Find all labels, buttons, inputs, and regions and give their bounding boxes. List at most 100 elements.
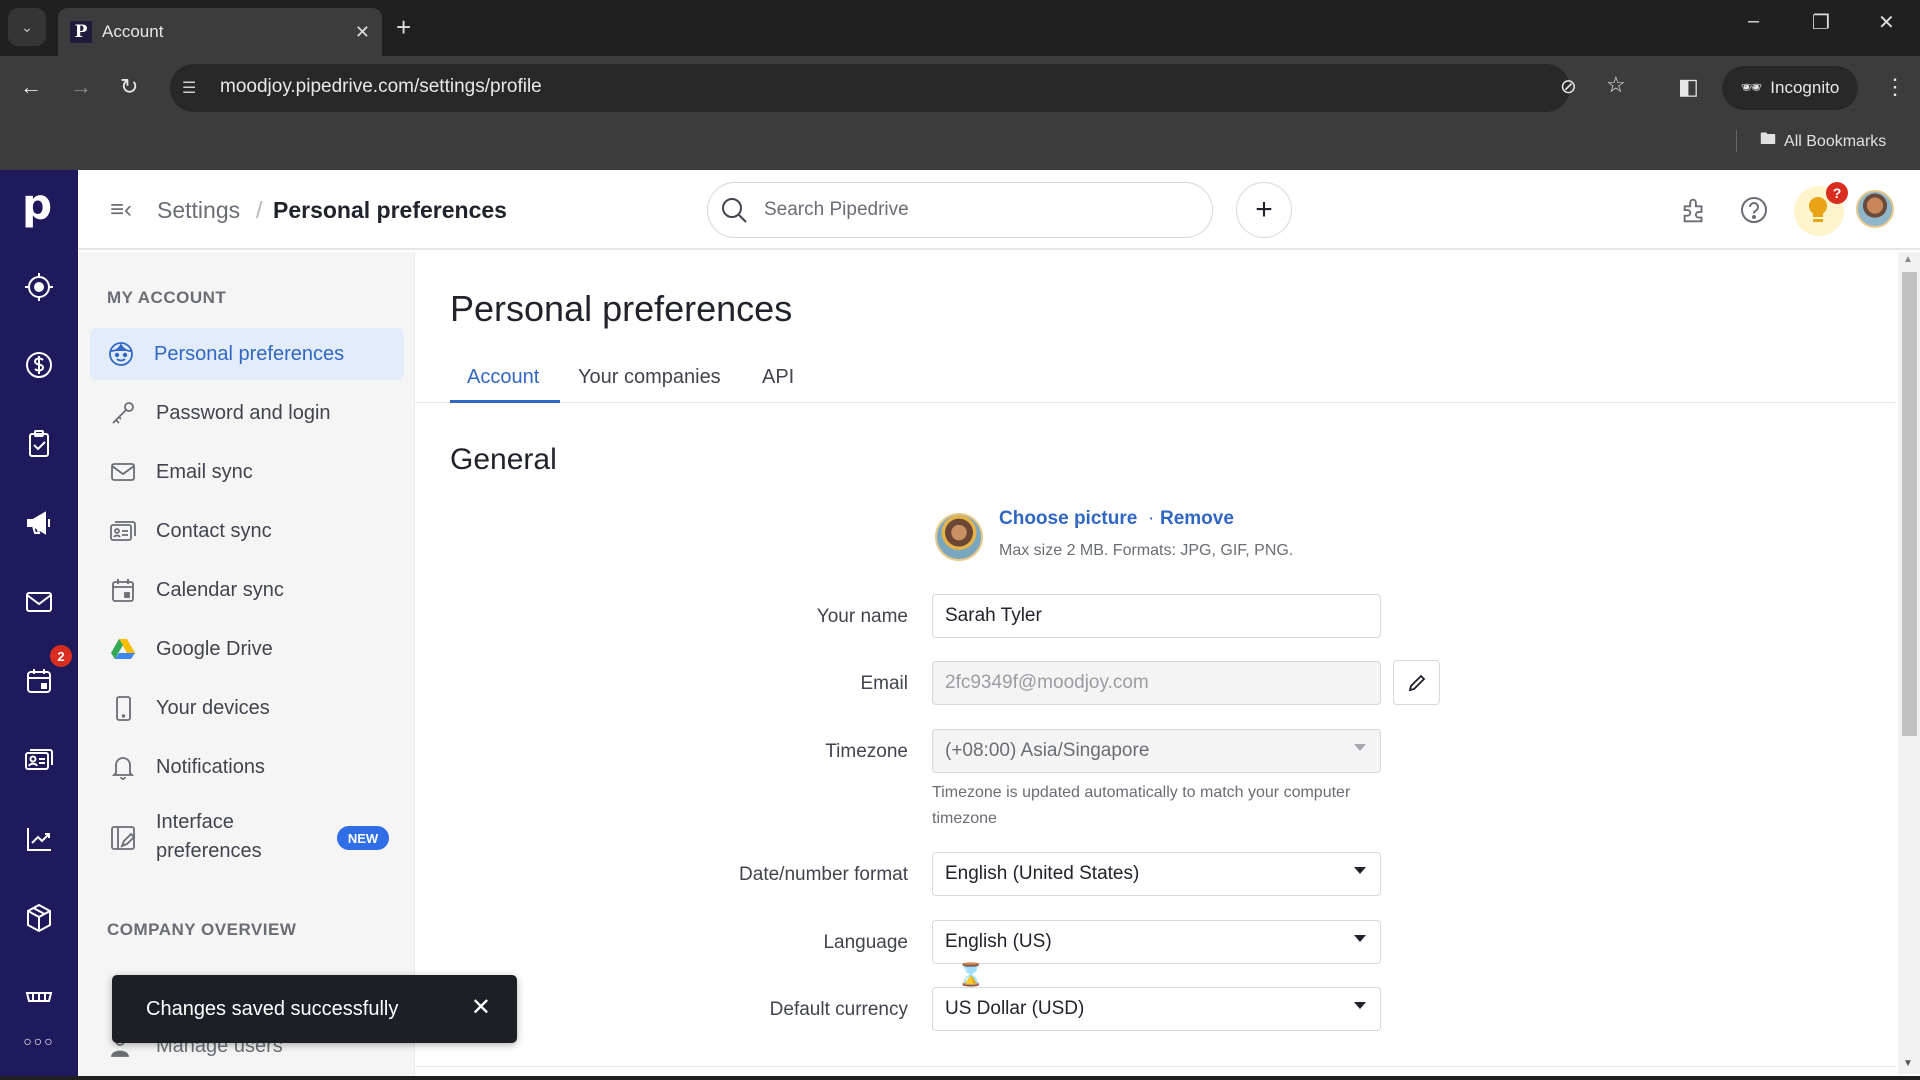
tab-account[interactable]: Account	[467, 366, 539, 389]
insights-chart-icon[interactable]	[20, 820, 58, 858]
campaigns-megaphone-icon[interactable]	[20, 504, 58, 542]
remove-picture-link[interactable]: Remove	[1160, 508, 1234, 530]
sidebar-item-calendar-sync[interactable]: Calendar sync	[92, 564, 404, 616]
side-panel-icon[interactable]: ◧	[1678, 74, 1699, 100]
sidebar-item-label: Notifications	[156, 755, 265, 778]
contact-card-icon	[109, 517, 137, 545]
user-avatar[interactable]	[1856, 190, 1894, 228]
pipedrive-logo[interactable]: p	[22, 184, 52, 226]
new-tab-button[interactable]: +	[396, 12, 411, 43]
sidebar-item-password-login[interactable]: Password and login	[92, 387, 404, 439]
caret-down-icon	[1354, 867, 1366, 874]
quick-add-button[interactable]: +	[1236, 182, 1292, 238]
language-value: English (US)	[945, 931, 1052, 952]
reload-icon[interactable]: ↻	[120, 74, 138, 100]
products-box-icon[interactable]	[20, 899, 58, 937]
restore-icon[interactable]: ❐	[1812, 10, 1830, 35]
site-settings-icon[interactable]: ☰	[182, 78, 196, 98]
language-label: Language	[823, 932, 908, 953]
toast-notification: Changes saved successfully ✕	[112, 975, 517, 1043]
breadcrumb-settings[interactable]: Settings	[157, 197, 240, 224]
sidebar-item-contact-sync[interactable]: Contact sync	[92, 505, 404, 557]
tips-badge: ?	[1826, 182, 1848, 204]
sidebar-item-label: Your devices	[156, 696, 270, 719]
close-window-icon[interactable]: ✕	[1878, 10, 1895, 35]
browser-menu-icon[interactable]: ⋮	[1884, 74, 1906, 100]
name-field[interactable]: Sarah Tyler	[932, 594, 1381, 638]
deals-dollar-icon[interactable]	[20, 346, 58, 384]
sidebar-item-interface-preferences[interactable]: Interface preferences	[92, 802, 306, 872]
close-toast-icon[interactable]: ✕	[471, 993, 491, 1022]
help-icon[interactable]	[1736, 192, 1772, 228]
close-tab-icon[interactable]: ✕	[355, 22, 370, 43]
sidebar-item-label: Google Drive	[156, 637, 273, 660]
url-text[interactable]: moodjoy.pipedrive.com/settings/profile	[220, 76, 542, 98]
key-icon	[109, 399, 137, 427]
sidebar-item-email-sync[interactable]: Email sync	[92, 446, 404, 498]
breadcrumb-current: Personal preferences	[273, 197, 507, 223]
sidebar-item-label: Email sync	[156, 460, 253, 483]
language-select[interactable]: English (US)	[932, 920, 1381, 964]
scroll-down-arrow-icon[interactable]: ▼	[1903, 1058, 1913, 1069]
active-tab-indicator	[450, 400, 560, 403]
timezone-select: (+08:00) Asia/Singapore	[932, 729, 1381, 773]
currency-select[interactable]: US Dollar (USD)	[932, 987, 1381, 1031]
tab-api[interactable]: API	[762, 366, 794, 389]
sidebar-section-company-overview: COMPANY OVERVIEW	[107, 920, 297, 939]
sidebar-item-google-drive[interactable]: Google Drive	[92, 623, 404, 675]
mail-icon	[109, 458, 137, 486]
bookmark-star-icon[interactable]: ☆	[1606, 72, 1626, 98]
collapse-menu-icon[interactable]: ≡‹	[110, 196, 132, 224]
toast-message: Changes saved successfully	[146, 997, 399, 1020]
choose-picture-link[interactable]: Choose picture	[999, 508, 1137, 530]
all-bookmarks-button[interactable]: 🖿 All Bookmarks	[1760, 128, 1886, 155]
timezone-hint: Timezone is updated automatically to mat…	[932, 784, 1351, 827]
sidebar-item-notifications[interactable]: Notifications	[92, 741, 404, 793]
sidebar-item-label-line2: preferences	[156, 840, 262, 862]
tab-your-companies[interactable]: Your companies	[578, 366, 721, 389]
contacts-icon[interactable]	[20, 741, 58, 779]
incognito-label: Incognito	[1770, 78, 1840, 97]
email-label: Email	[860, 673, 908, 694]
forward-icon[interactable]: →	[70, 74, 92, 100]
sidebar-item-your-devices[interactable]: Your devices	[92, 682, 404, 734]
new-badge: NEW	[337, 826, 389, 850]
face-icon	[107, 340, 135, 368]
calendar-icon[interactable]	[20, 662, 58, 700]
eye-off-icon[interactable]: ⊘	[1560, 74, 1577, 99]
mail-icon[interactable]	[20, 583, 58, 621]
browser-tab[interactable]: P Account ✕	[58, 8, 382, 56]
sidebar-section-my-account: MY ACCOUNT	[107, 288, 227, 307]
back-icon[interactable]: ←	[20, 74, 42, 100]
folder-icon: 🖿	[1760, 131, 1777, 148]
all-bookmarks-label: All Bookmarks	[1784, 132, 1887, 150]
sidebar-item-label: Contact sync	[156, 519, 272, 542]
search-input[interactable]: Search Pipedrive	[707, 182, 1213, 238]
google-drive-icon	[109, 635, 137, 663]
incognito-indicator[interactable]: 🕶 Incognito	[1722, 66, 1858, 110]
marketplace-icon[interactable]	[20, 978, 58, 1016]
minimize-icon[interactable]: –	[1748, 10, 1759, 33]
more-icon[interactable]: ○○○	[20, 1022, 58, 1060]
activities-clipboard-icon[interactable]	[20, 425, 58, 463]
name-value: Sarah Tyler	[945, 605, 1042, 626]
date-format-value: English (United States)	[945, 863, 1140, 884]
date-format-select[interactable]: English (United States)	[932, 852, 1381, 896]
pipedrive-favicon-icon: P	[70, 21, 92, 43]
bookmarks-bar	[0, 120, 1920, 170]
scrollbar-thumb[interactable]	[1902, 272, 1917, 736]
tab-search-button[interactable]: ⌄	[8, 8, 46, 46]
currency-value: US Dollar (USD)	[945, 998, 1085, 1019]
section-title-general: General	[450, 443, 557, 476]
search-icon	[722, 198, 747, 223]
pencil-icon	[1408, 674, 1425, 691]
scroll-up-arrow-icon[interactable]: ▲	[1903, 254, 1913, 265]
timezone-label: Timezone	[825, 741, 908, 762]
calendar-icon	[109, 576, 137, 604]
edit-email-button[interactable]	[1393, 660, 1440, 705]
sidebar-item-personal-preferences[interactable]: Personal preferences	[90, 328, 404, 380]
leads-target-icon[interactable]	[20, 268, 58, 306]
busy-cursor-icon: ⌛	[957, 962, 985, 987]
extensions-puzzle-icon[interactable]	[1676, 192, 1712, 228]
sidebar-item-label: Personal preferences	[154, 342, 345, 365]
